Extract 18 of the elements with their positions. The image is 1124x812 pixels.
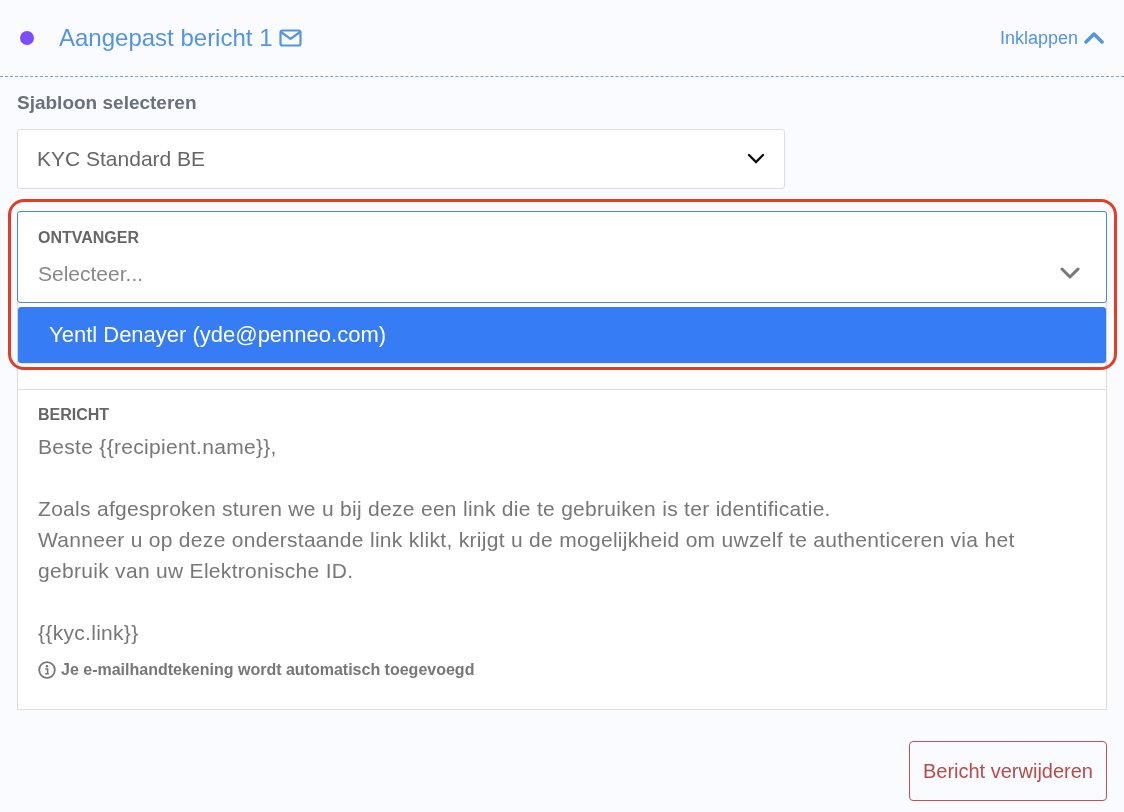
recipient-field[interactable]: ONTVANGER Selecteer... <box>17 210 1107 303</box>
field-label: BERICHT <box>38 404 111 425</box>
chevron-down-icon <box>1060 266 1080 280</box>
field-label: ONTVANGER <box>38 227 141 248</box>
message-title: Aangepast bericht 1 <box>59 23 273 53</box>
chevron-up-icon <box>1084 31 1104 45</box>
dropdown-option[interactable]: Yentl Denayer (yde@penneo.com) <box>18 306 1106 363</box>
signature-note: Je e-mailhandtekening wordt automatisch toegevoegd <box>61 659 475 680</box>
envelope-icon <box>279 29 303 47</box>
message-body: Beste {{recipient.name}}, Zoals afgesproken sturen we u bij deze een link die te gebruiken is ter identificatie. Wanneer u op deze onderstaande link klikt, krijgt u de mogelijkheid om uwzelf te authenticeren via het gebruik van uw Elektronische ID. {{kyc.link}} <box>38 433 1016 646</box>
recipient-input[interactable]: Selecteer... <box>38 257 1060 289</box>
chevron-down-icon <box>747 152 765 165</box>
delete-button[interactable]: Bericht verwijderen <box>908 740 1107 801</box>
info-icon <box>38 660 56 679</box>
template-select[interactable]: KYC Standard BE <box>17 128 785 189</box>
collapse-link[interactable]: Inklappen <box>999 24 1104 52</box>
field-label: Sjabloon selecteren <box>17 91 198 115</box>
message-field[interactable] <box>17 389 1107 710</box>
